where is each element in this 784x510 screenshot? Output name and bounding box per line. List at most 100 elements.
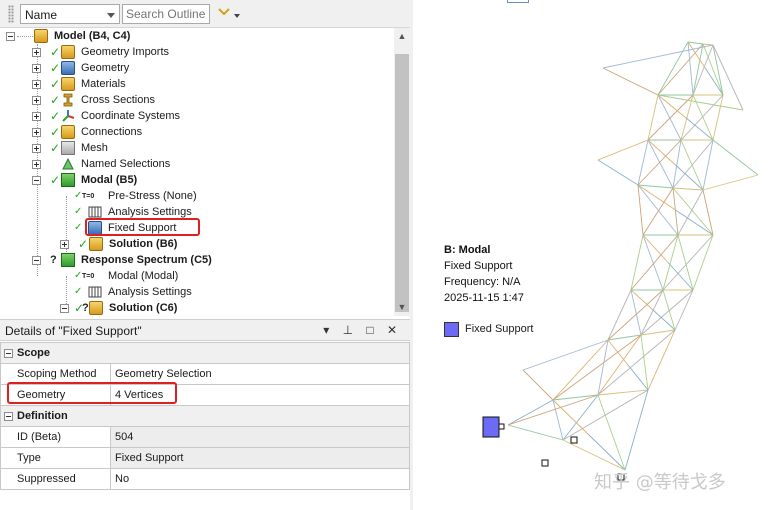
tree-item-cross-sections[interactable]: ✓ Cross Sections [32, 92, 382, 108]
collapse-icon[interactable] [32, 176, 41, 185]
table-row[interactable]: ID (Beta) 504 [0, 426, 410, 448]
outline-toolbar: Name [0, 0, 410, 28]
tower-member [630, 234, 644, 291]
expand-icon[interactable] [32, 96, 41, 105]
row-key: Type [0, 447, 111, 469]
tree-item-solution-b6[interactable]: ✓ Solution (B6) [60, 236, 380, 252]
tower-member [640, 334, 649, 391]
vertex-marker[interactable] [570, 436, 578, 444]
info-title: B: Modal [444, 244, 491, 256]
info-timestamp: 2025-11-15 1:47 [444, 292, 524, 304]
analysis-settings-icon [88, 285, 102, 299]
tower-member [552, 334, 642, 401]
check-icon: ✓ [50, 45, 61, 59]
tree-item-materials[interactable]: ✓ Materials [32, 76, 382, 92]
tree-item-geometry[interactable]: ✓ Geometry [32, 60, 382, 76]
expand-icon[interactable] [32, 144, 41, 153]
collapse-icon[interactable] [60, 304, 69, 313]
tree-item-geometry-imports[interactable]: ✓ Geometry Imports [32, 44, 382, 60]
collapse-icon[interactable] [32, 256, 41, 265]
scroll-up-icon[interactable]: ▲ [397, 31, 407, 41]
search-outline-input[interactable] [122, 4, 210, 24]
check-icon: ✓ [74, 206, 83, 217]
tree-item-solution-c6[interactable]: ✓ ? Solution (C6) [60, 300, 380, 316]
collapse-icon[interactable] [4, 412, 13, 421]
tower-member [630, 289, 654, 311]
tower-member [675, 209, 714, 236]
collapse-icon[interactable] [6, 32, 15, 41]
tower-member [672, 187, 714, 236]
tower-member [522, 339, 609, 371]
tree-item-label: Coordinate Systems [81, 110, 181, 122]
tree-item-modal-modal[interactable]: ✓ T=0 Modal (Modal) [72, 268, 382, 284]
tower-member [602, 67, 659, 96]
vertex-marker[interactable] [541, 459, 549, 467]
outline-tree: Model (B4, C4) ✓ Geometry Imports ✓ Geom… [0, 28, 394, 316]
tower-member [507, 424, 564, 441]
expand-icon[interactable] [32, 112, 41, 121]
scrollbar-thumb[interactable] [395, 54, 409, 312]
tower-member [637, 184, 644, 236]
tree-item-label: Named Selections [81, 158, 171, 170]
filter-select[interactable]: Name [20, 4, 120, 24]
tree-item-named-selections[interactable]: Named Selections [32, 156, 382, 172]
check-icon: ✓ [50, 77, 61, 91]
tower-member [657, 94, 744, 111]
graphics-viewport[interactable]: B: Modal Fixed Support Frequency: N/A 20… [413, 0, 784, 510]
expand-icon[interactable] [60, 240, 69, 249]
question-icon: ? [82, 302, 89, 314]
tower-member [640, 289, 664, 336]
dropdown-arrow-icon[interactable] [234, 14, 240, 18]
row-value[interactable]: No [110, 468, 410, 490]
tower-member [672, 187, 704, 191]
row-value: 504 [110, 426, 410, 448]
expand-icon[interactable] [32, 160, 41, 169]
geometry-imports-icon [61, 45, 75, 59]
tower-member [597, 139, 649, 161]
fixed-support-marker[interactable] [482, 416, 500, 438]
toolbar-grip[interactable] [8, 5, 14, 23]
tree-item-label: Geometry Imports [81, 46, 170, 58]
tower-member [642, 234, 669, 263]
tree-root[interactable]: Model (B4, C4) [6, 28, 386, 44]
section-definition[interactable]: Definition [0, 405, 410, 427]
collapse-icon[interactable] [4, 349, 13, 358]
tower-member [647, 94, 694, 141]
vertex-marker[interactable] [498, 423, 505, 430]
tree-item-label: Modal (Modal) [108, 270, 179, 282]
tower-member [677, 189, 704, 236]
modal-prefix: T=0 [82, 273, 95, 280]
expand-icon[interactable] [32, 48, 41, 57]
expand-icon[interactable] [32, 128, 41, 137]
highlight-box [7, 382, 177, 404]
tree-item-connections[interactable]: ✓ Connections [32, 124, 382, 140]
tree-scrollbar[interactable]: ▲ ▼ [394, 28, 410, 316]
tower-member [657, 41, 689, 96]
analysis-settings-icon [88, 205, 102, 219]
tower-member [647, 94, 659, 141]
table-row[interactable]: Type Fixed Support [0, 447, 410, 469]
tower-member [607, 289, 632, 341]
tree-item-modal[interactable]: ✓ Modal (B5) [32, 172, 382, 188]
pre-stress-prefix: T=0 [82, 193, 95, 200]
details-header-buttons[interactable]: ▾ ⊥ □ ✕ [323, 323, 402, 337]
expand-collapse-icon[interactable] [218, 6, 230, 18]
expand-icon[interactable] [32, 80, 41, 89]
expand-icon[interactable] [32, 64, 41, 73]
geometry-icon [61, 61, 75, 75]
check-icon: ✓ [50, 61, 61, 75]
scroll-down-icon[interactable]: ▼ [397, 302, 407, 312]
section-scope[interactable]: Scope [0, 342, 410, 364]
tree-item-coordinate-systems[interactable]: ✓ Coordinate Systems [32, 108, 382, 124]
tower-member [702, 139, 714, 191]
tree-item-analysis-settings-c[interactable]: ✓ Analysis Settings [72, 284, 382, 300]
tower-member [712, 94, 724, 141]
details-header: Details of "Fixed Support" ▾ ⊥ □ ✕ [0, 319, 410, 341]
tree-item-mesh[interactable]: ✓ Mesh [32, 140, 382, 156]
watermark: 知乎 @等待戈多 [594, 472, 726, 493]
tree-item-pre-stress[interactable]: ✓ T=0 Pre-Stress (None) [72, 188, 382, 204]
tree-item-response-spectrum[interactable]: ? Response Spectrum (C5) [32, 252, 382, 268]
tower-member [637, 184, 676, 211]
table-row[interactable]: Suppressed No [0, 468, 410, 490]
modal-analysis-icon [61, 173, 75, 187]
